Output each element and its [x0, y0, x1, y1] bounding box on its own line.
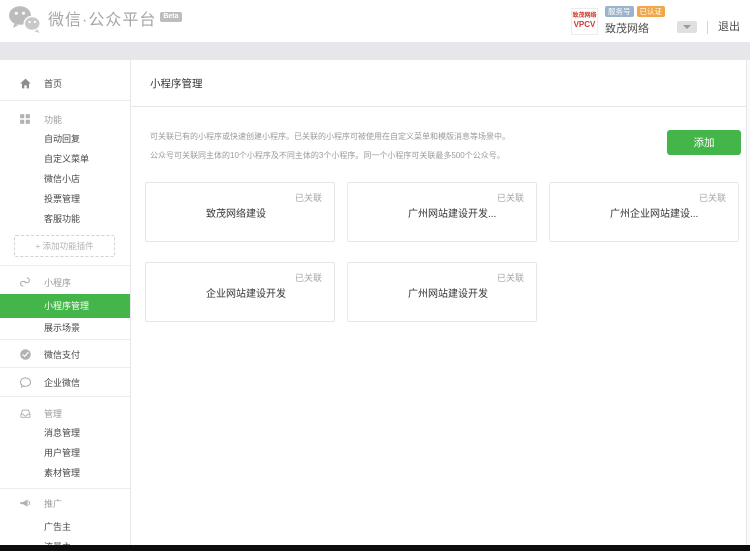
sidebar-item-label: 首页 — [44, 77, 62, 90]
miniprogram-name: 致茂网络建设 — [206, 205, 266, 220]
account-badges: 服务号 已认证 — [605, 6, 665, 17]
description-line-1: 可关联已有的小程序或快速创建小程序。已关联的小程序可被使用在自定义菜单和模版消息… — [150, 127, 620, 146]
account-dropdown-button[interactable] — [677, 21, 697, 33]
inbox-icon — [19, 407, 34, 420]
status-badge: 已关联 — [295, 271, 322, 284]
miniprogram-name: 广州企业网站建设... — [610, 205, 698, 220]
add-miniprogram-button[interactable]: 添加 — [667, 130, 741, 155]
miniprogram-name: 广州网站建设开发 — [408, 285, 488, 300]
sidebar: 首页 功能 自动回复 自定义菜单 微信小店 投票管理 客服功能 + 添加功能插件 — [0, 60, 131, 551]
chevron-down-icon — [683, 25, 691, 29]
megaphone-icon — [19, 497, 34, 510]
miniprogram-card[interactable]: 广州企业网站建设... 已关联 — [549, 182, 739, 242]
sidebar-item-label: 企业微信 — [44, 376, 80, 389]
sidebar-item-label: 微信支付 — [44, 348, 80, 361]
status-badge: 已关联 — [699, 191, 726, 204]
sidebar-item-material-manage[interactable]: 素材管理 — [0, 463, 130, 483]
sidebar-item-miniprogram-manage[interactable]: 小程序管理 — [0, 294, 130, 318]
sidebar-item-auto-reply[interactable]: 自动回复 — [0, 129, 130, 149]
header-account-area: 致茂网络 VPCV 服务号 已认证 致茂网络 退出 — [571, 6, 740, 36]
sidebar-item-wechat-pay[interactable]: 微信支付 — [0, 344, 130, 364]
miniprogram-name: 企业网站建设开发 — [206, 285, 286, 300]
tree-logo-icon — [362, 274, 398, 310]
miniprogram-card[interactable]: 企业网站建设开发 已关联 — [145, 262, 335, 322]
account-name: 致茂网络 — [605, 20, 665, 36]
wechat-mp-platform-page: 微信·公众平台 Beta 致茂网络 VPCV 服务号 已认证 致茂网络 退出 — [0, 0, 750, 551]
sidebar-section-features: 功能 — [0, 109, 130, 129]
beta-badge: Beta — [160, 12, 181, 22]
sidebar-item-work-wechat[interactable]: 企业微信 — [0, 372, 130, 392]
account-logo: 致茂网络 VPCV — [571, 8, 598, 35]
service-account-badge: 服务号 — [605, 6, 634, 17]
sidebar-item-message-manage[interactable]: 消息管理 — [0, 423, 130, 443]
bottom-bar — [0, 545, 750, 551]
miniprogram-name: 广州网站建设开发... — [408, 205, 496, 220]
main-panel: 小程序管理 可关联已有的小程序或快速创建小程序。已关联的小程序可被使用在自定义菜… — [131, 60, 746, 551]
sidebar-item-advertiser[interactable]: 广告主 — [0, 517, 130, 537]
wechat-logo-icon — [8, 5, 41, 38]
sidebar-section-label: 功能 — [44, 113, 62, 126]
page-description: 可关联已有的小程序或快速创建小程序。已关联的小程序可被使用在自定义菜单和模版消息… — [150, 127, 620, 165]
account-logo-text: 致茂网络 — [572, 13, 596, 20]
sidebar-item-home[interactable]: 首页 — [0, 73, 130, 93]
sidebar-section-label: 小程序 — [44, 276, 71, 289]
sidebar-item-wechat-store[interactable]: 微信小店 — [0, 169, 130, 189]
logout-link[interactable]: 退出 — [718, 18, 740, 34]
sidebar-section-label: 管理 — [44, 407, 62, 420]
sidebar-section-label: 推广 — [44, 497, 62, 510]
miniprogram-card-list: 致茂网络建设 已关联 广州网站建设开发... 已关联 广州企业网站建设... 已… — [145, 182, 741, 322]
status-badge: 已关联 — [497, 271, 524, 284]
home-icon — [19, 77, 34, 90]
sidebar-item-display-scene[interactable]: 展示场景 — [0, 318, 130, 338]
miniprogram-card[interactable]: 广州网站建设开发... 已关联 — [347, 182, 537, 242]
right-edge-strip — [746, 60, 750, 551]
tree-logo-icon — [160, 274, 196, 310]
wechat-pay-icon — [19, 348, 34, 361]
account-logo-sub: VPCV — [574, 20, 596, 29]
verified-badge: 已认证 — [637, 6, 666, 17]
grid-icon — [19, 113, 34, 125]
miniprogram-card[interactable]: 广州网站建设开发 已关联 — [347, 262, 537, 322]
top-header: 微信·公众平台 Beta 致茂网络 VPCV 服务号 已认证 致茂网络 退出 — [0, 0, 750, 42]
brand: 微信·公众平台 Beta — [8, 5, 182, 38]
page-title: 小程序管理 — [150, 76, 203, 91]
sidebar-item-custom-menu[interactable]: 自定义菜单 — [0, 149, 130, 169]
work-wechat-icon — [19, 376, 34, 389]
sidebar-item-customer-service[interactable]: 客服功能 — [0, 209, 130, 229]
miniprogram-icon — [19, 276, 34, 288]
account-info: 服务号 已认证 致茂网络 — [605, 6, 665, 36]
add-plugin-button[interactable]: + 添加功能插件 — [14, 235, 115, 257]
tree-logo-icon — [362, 194, 398, 230]
page-title-bar: 小程序管理 — [131, 60, 746, 107]
status-badge: 已关联 — [497, 191, 524, 204]
header-divider — [707, 21, 708, 34]
tree-logo-icon — [564, 194, 600, 230]
status-badge: 已关联 — [295, 191, 322, 204]
sidebar-item-user-manage[interactable]: 用户管理 — [0, 443, 130, 463]
sidebar-section-miniprogram: 小程序 — [0, 272, 130, 292]
sidebar-section-promotion: 推广 — [0, 493, 130, 513]
tree-logo-icon — [160, 194, 196, 230]
sidebar-section-manage: 管理 — [0, 403, 130, 423]
sidebar-item-vote-manage[interactable]: 投票管理 — [0, 189, 130, 209]
header-gray-strip — [0, 42, 750, 60]
miniprogram-card[interactable]: 致茂网络建设 已关联 — [145, 182, 335, 242]
brand-title: 微信·公众平台 — [48, 13, 156, 29]
description-line-2: 公众号可关联同主体的10个小程序及不同主体的3个小程序。同一个小程序可关联最多5… — [150, 146, 620, 165]
